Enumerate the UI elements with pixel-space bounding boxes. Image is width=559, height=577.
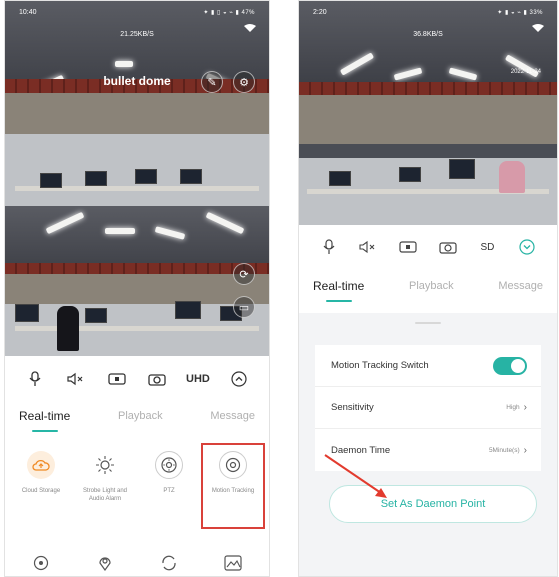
feature-ptz[interactable]: PTZ bbox=[137, 443, 201, 529]
mic-icon[interactable] bbox=[23, 367, 47, 391]
status-bar: 10:40 ✦ ▮ ▯ ◒ ⌁ ▮ 47% bbox=[5, 1, 269, 23]
target-icon bbox=[27, 549, 55, 576]
feature-row2-item[interactable] bbox=[73, 541, 137, 576]
status-time: 10:40 bbox=[19, 8, 37, 16]
control-toolbar: SD bbox=[299, 232, 557, 262]
sensitivity-value: High bbox=[506, 404, 520, 411]
record-icon[interactable] bbox=[105, 367, 129, 391]
screen-toggle-icon[interactable]: ▭ bbox=[233, 296, 255, 318]
motion-tracking-panel: Motion Tracking Switch Sensitivity High ›… bbox=[299, 313, 557, 576]
tab-playback[interactable]: Playback bbox=[118, 410, 163, 426]
status-time: 2:20 bbox=[313, 8, 327, 16]
feature-label: Motion Tracking bbox=[211, 488, 255, 494]
tab-realtime[interactable]: Real-time bbox=[19, 409, 70, 432]
ptz-icon bbox=[155, 451, 183, 479]
feature-grid: Cloud Storage Strobe Light and Audio Ala… bbox=[5, 443, 269, 529]
tab-bar: Real-time Playback Message bbox=[299, 273, 557, 303]
edit-icon[interactable]: ✎ bbox=[201, 71, 223, 93]
feature-row2-item[interactable] bbox=[201, 541, 265, 576]
motion-tracking-icon bbox=[219, 451, 247, 479]
sensitivity-label: Sensitivity bbox=[331, 402, 374, 413]
control-toolbar: UHD bbox=[5, 364, 269, 394]
chevron-down-icon[interactable] bbox=[515, 235, 539, 259]
location-pin-icon bbox=[91, 549, 119, 576]
image-icon bbox=[219, 549, 247, 576]
tab-realtime[interactable]: Real-time bbox=[313, 279, 364, 302]
cloud-upload-icon bbox=[27, 451, 55, 479]
motion-tracking-switch-row: Motion Tracking Switch bbox=[315, 345, 541, 387]
speaker-mute-icon[interactable] bbox=[64, 367, 88, 391]
network-speed: 21.25KB/S bbox=[120, 31, 154, 38]
camera-icon[interactable] bbox=[145, 367, 169, 391]
network-speed: 36.8KB/S bbox=[413, 31, 443, 38]
camera-title: bullet dome bbox=[103, 74, 171, 88]
feature-strobe-light[interactable]: Strobe Light and Audio Alarm bbox=[73, 443, 137, 529]
mic-icon[interactable] bbox=[317, 235, 341, 259]
feature-grid-row2 bbox=[5, 541, 269, 576]
status-icons: ✦ ▮ ▯ ◒ ⌁ ▮ 47% bbox=[203, 9, 255, 16]
quality-button[interactable]: UHD bbox=[186, 367, 210, 391]
chevron-right-icon: › bbox=[523, 402, 527, 413]
annotation-arrow-icon bbox=[324, 454, 387, 498]
motion-tracking-toggle[interactable] bbox=[493, 356, 527, 375]
feature-cloud-storage[interactable]: Cloud Storage bbox=[9, 443, 73, 529]
camera-view-bottom[interactable] bbox=[5, 206, 269, 356]
motion-tracking-switch-label: Motion Tracking Switch bbox=[331, 360, 429, 371]
rotate-view-icon[interactable]: ⟳ bbox=[233, 263, 255, 285]
rotate-icon bbox=[155, 549, 183, 576]
wifi-icon bbox=[532, 24, 544, 32]
chevron-right-icon: › bbox=[523, 444, 527, 456]
daemon-time-value: 5Minute(s) bbox=[488, 446, 520, 454]
chevron-up-icon[interactable] bbox=[227, 367, 251, 391]
tab-playback[interactable]: Playback bbox=[409, 280, 454, 296]
settings-icon[interactable]: ⚙ bbox=[233, 71, 255, 93]
speaker-mute-icon[interactable] bbox=[356, 235, 380, 259]
status-bar: 2:20 ✦ ▮ ◒ ⌁ ▮ 33% bbox=[299, 1, 557, 23]
feature-label: Cloud Storage bbox=[21, 488, 61, 494]
record-icon[interactable] bbox=[396, 235, 420, 259]
camera-icon[interactable] bbox=[436, 235, 460, 259]
feature-row2-item[interactable] bbox=[9, 541, 73, 576]
feature-label: Strobe Light and Audio Alarm bbox=[82, 488, 128, 502]
sensitivity-row[interactable]: Sensitivity High › bbox=[315, 387, 541, 429]
wifi-icon bbox=[244, 24, 256, 32]
feature-label: PTZ bbox=[163, 488, 175, 494]
status-icons: ✦ ▮ ◒ ⌁ ▮ 33% bbox=[497, 9, 543, 16]
feature-motion-tracking[interactable]: Motion Tracking bbox=[201, 443, 265, 529]
drag-handle[interactable] bbox=[415, 322, 441, 324]
light-bulb-icon bbox=[91, 451, 119, 479]
tab-message[interactable]: Message bbox=[210, 410, 255, 426]
phone-screen-right: 2:20 ✦ ▮ ◒ ⌁ ▮ 33% 36.8KB/S 2022-11-24 S… bbox=[298, 0, 558, 577]
feature-row2-item[interactable] bbox=[137, 541, 201, 576]
video-timestamp: 2022-11-24 bbox=[510, 69, 541, 75]
tab-bar: Real-time Playback Message bbox=[5, 403, 269, 433]
tab-message[interactable]: Message bbox=[498, 280, 543, 296]
phone-screen-left: 10:40 ✦ ▮ ▯ ◒ ⌁ ▮ 47% 21.25KB/S bullet d… bbox=[4, 0, 270, 577]
quality-button[interactable]: SD bbox=[475, 235, 499, 259]
